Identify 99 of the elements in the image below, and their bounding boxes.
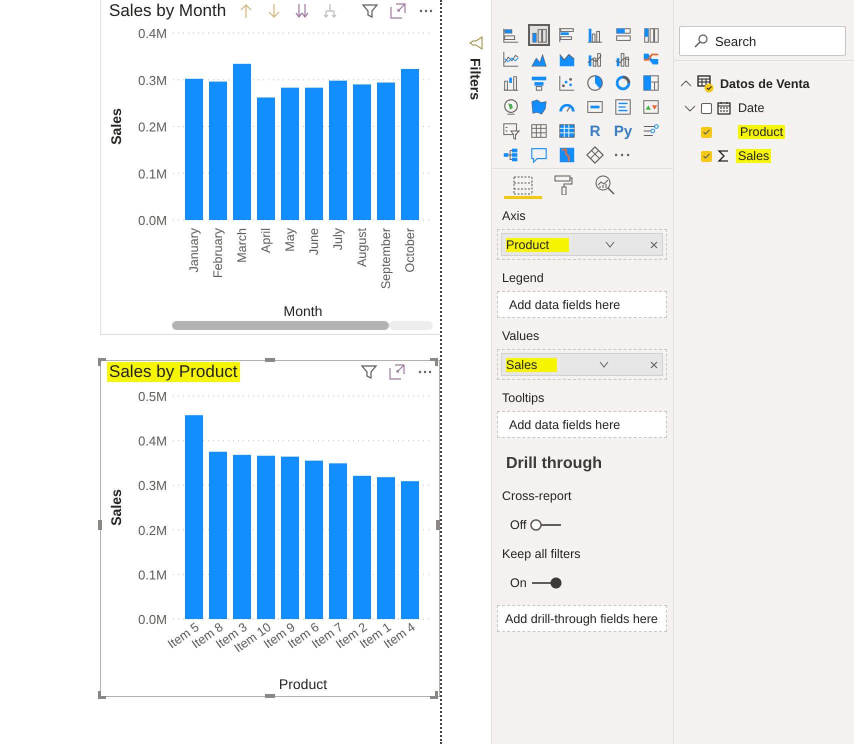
speech-bubble-icon bbox=[530, 145, 548, 165]
double-arrow-down-icon[interactable] bbox=[294, 3, 310, 19]
chevron-down-icon[interactable] bbox=[598, 360, 609, 368]
axis-tick-label: 0.1M bbox=[138, 567, 167, 582]
sum-icon bbox=[717, 149, 731, 163]
toggle-label: Keep all filters bbox=[501, 547, 582, 561]
resize-handle[interactable] bbox=[430, 358, 438, 366]
axis-tick-label: 0.0M bbox=[138, 213, 167, 228]
resize-handle[interactable] bbox=[98, 691, 106, 699]
treemap-icon bbox=[642, 73, 660, 93]
filters-pane-label[interactable]: Filters bbox=[468, 58, 484, 100]
focus-mode-icon[interactable] bbox=[389, 364, 405, 380]
axis-tick-label: 0.4M bbox=[138, 434, 167, 449]
analytics-icon bbox=[595, 175, 615, 195]
field-name[interactable]: Product bbox=[738, 125, 786, 139]
paint-roller-icon bbox=[554, 175, 574, 195]
resize-handle[interactable] bbox=[436, 520, 440, 530]
toggle-state-label: On bbox=[510, 576, 527, 590]
table-icon bbox=[697, 75, 715, 93]
well-label: Axis bbox=[501, 208, 527, 225]
close-icon[interactable] bbox=[650, 240, 658, 248]
chevron-down-icon[interactable] bbox=[604, 240, 615, 248]
filter-icon bbox=[468, 36, 482, 50]
toggle-switch[interactable] bbox=[530, 577, 563, 589]
axis-tick-label: 0.2M bbox=[138, 120, 167, 134]
axis-category-label: February bbox=[211, 228, 225, 278]
check-icon bbox=[703, 153, 710, 159]
resize-handle[interactable] bbox=[265, 694, 275, 698]
drop-zone[interactable]: Add drill-through fields here bbox=[497, 605, 667, 632]
filter-icon[interactable] bbox=[361, 364, 377, 380]
axis-category-label: August bbox=[355, 228, 369, 267]
well-label: Legend bbox=[501, 270, 545, 287]
calendar-icon bbox=[717, 101, 731, 115]
table-name[interactable]: Datos de Venta bbox=[720, 77, 810, 91]
axis-title: Sales bbox=[108, 489, 124, 526]
axis-category-label: October bbox=[403, 228, 417, 272]
search-box[interactable]: Search bbox=[679, 26, 846, 56]
field-name[interactable]: Date bbox=[736, 101, 766, 115]
chart-card[interactable]: Sales by Product 0.5M 0.4M 0.3M 0.2M 0.1M 0.0M Sales Item 5 Item 8 Item 3 Item 10 Item 9 Item 6 Item 7 Item 2 Item 1 Item 4 Product bbox=[100, 360, 440, 697]
scatter-chart-icon bbox=[558, 73, 576, 93]
axis-tick-label: 0.5M bbox=[138, 389, 167, 404]
toggle-switch[interactable] bbox=[530, 519, 562, 531]
chart-card[interactable]: Sales by Month 0.4M 0.3M 0.2M 0.1M 0.0M Sales January February March April May June July August September October Month bbox=[100, 0, 440, 335]
well-label: Values bbox=[501, 328, 540, 345]
resize-handle[interactable] bbox=[430, 691, 438, 699]
smart-narrative-icon bbox=[558, 145, 576, 165]
search-field[interactable]: Search bbox=[715, 34, 825, 48]
focus-mode-icon[interactable] bbox=[390, 3, 406, 19]
resize-handle[interactable] bbox=[98, 358, 106, 366]
filter-icon[interactable] bbox=[362, 3, 378, 19]
diamond-icon bbox=[586, 145, 604, 165]
line-chart-icon bbox=[502, 49, 520, 69]
toggle-label: Cross-report bbox=[501, 489, 572, 503]
axis-title: Month bbox=[284, 303, 322, 319]
axis-category-label: July bbox=[331, 228, 345, 250]
axis-category-label: June bbox=[307, 228, 321, 256]
axis-category-label: January bbox=[187, 228, 201, 272]
close-icon[interactable] bbox=[650, 360, 658, 368]
axis-category-label: March bbox=[235, 228, 249, 263]
field-pill[interactable]: Product bbox=[501, 233, 663, 256]
clustered-bar-chart-icon bbox=[558, 25, 576, 45]
check-icon bbox=[703, 129, 710, 135]
axis-tick-label: 0.3M bbox=[138, 72, 167, 88]
filled-map-icon bbox=[530, 97, 548, 117]
field-pill[interactable]: Sales bbox=[501, 353, 663, 376]
multi-row-card-icon bbox=[614, 97, 632, 117]
axis-tick-label: 0.3M bbox=[138, 478, 167, 494]
drop-zone[interactable]: Add data fields here bbox=[497, 291, 667, 318]
axis-category-label: May bbox=[283, 228, 297, 252]
resize-handle[interactable] bbox=[265, 358, 275, 362]
chart-title: Sales by Month bbox=[108, 1, 228, 21]
pie-chart-icon bbox=[586, 73, 604, 93]
checkbox[interactable] bbox=[701, 102, 712, 114]
donut-chart-icon bbox=[614, 73, 632, 93]
toggle-state-label: Off bbox=[510, 518, 526, 532]
search-icon bbox=[694, 34, 708, 48]
resize-handle[interactable] bbox=[98, 520, 102, 530]
scrollbar-thumb[interactable] bbox=[172, 321, 389, 330]
field-name[interactable]: Sales bbox=[736, 149, 772, 163]
more-visuals-button[interactable]: ··· bbox=[612, 144, 634, 166]
axis-title: Product bbox=[278, 676, 328, 692]
fields-icon bbox=[513, 175, 533, 195]
axis-category-label: April bbox=[259, 228, 273, 254]
axis-tick-label: 0.0M bbox=[138, 612, 167, 627]
chart-title: Sales by Product bbox=[107, 362, 240, 382]
axis-category-label: September bbox=[379, 228, 393, 290]
visual-type-button[interactable] bbox=[528, 24, 550, 46]
well-label: Tooltips bbox=[501, 390, 546, 407]
axis-tick-label: 0.2M bbox=[138, 522, 167, 538]
slicer-icon bbox=[502, 121, 520, 141]
globe-icon bbox=[502, 97, 520, 117]
axis-tick-label: 0.1M bbox=[138, 166, 167, 182]
section-heading: Drill through bbox=[505, 454, 603, 474]
axis-title: Sales bbox=[108, 108, 124, 145]
drop-zone[interactable]: Add data fields here bbox=[497, 411, 667, 438]
visual-type-button[interactable] bbox=[584, 144, 606, 166]
axis-tick-label: 0.4M bbox=[138, 26, 167, 41]
script-visual-button[interactable]: Py bbox=[612, 120, 634, 142]
script-visual-button[interactable]: R bbox=[584, 120, 606, 142]
